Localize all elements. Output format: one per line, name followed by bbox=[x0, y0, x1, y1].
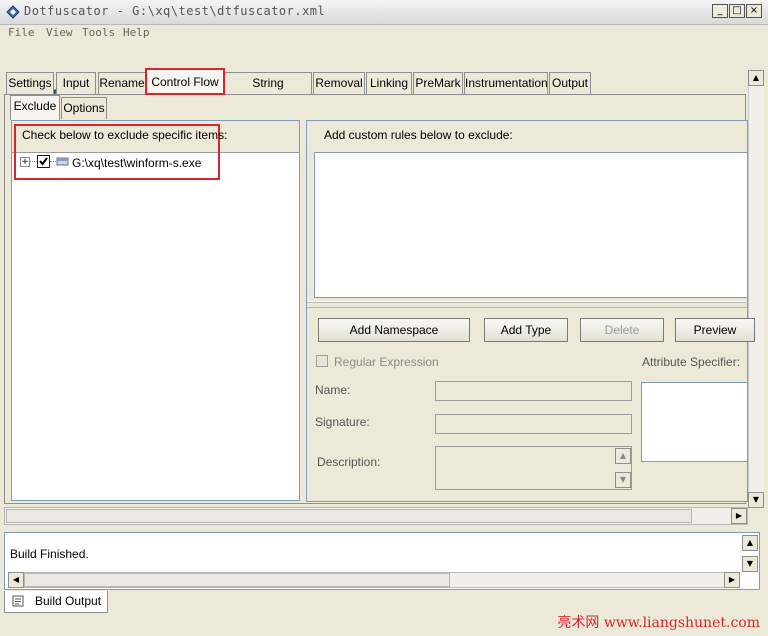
build-output-tab[interactable]: Build Output bbox=[4, 591, 108, 613]
subtab-exclude[interactable]: Exclude bbox=[10, 95, 60, 120]
tree-item-checkbox[interactable] bbox=[37, 155, 50, 168]
output-scroll-left-button[interactable]: ◀ bbox=[8, 572, 24, 588]
scroll-up-button[interactable]: ▲ bbox=[748, 70, 764, 86]
description-scroll-up-button[interactable]: ▲ bbox=[615, 448, 631, 464]
tab-rename[interactable]: Rename bbox=[98, 72, 146, 94]
toolbar: ? bbox=[0, 42, 768, 105]
signature-label: Signature: bbox=[315, 415, 370, 429]
subtab-options[interactable]: Options bbox=[61, 97, 107, 119]
menu-bar: File View Tools Help bbox=[0, 24, 768, 42]
output-scroll-down-button[interactable]: ▼ bbox=[742, 556, 758, 572]
description-label: Description: bbox=[317, 455, 381, 469]
menu-view[interactable]: View bbox=[46, 26, 73, 39]
name-field[interactable] bbox=[435, 381, 632, 401]
window-title: Dotfuscator - G:\xq\test\dtfuscator.xml bbox=[24, 4, 326, 18]
name-label: Name: bbox=[315, 383, 351, 397]
output-scroll-thumb[interactable] bbox=[24, 573, 450, 587]
title-bar: Dotfuscator - G:\xq\test\dtfuscator.xml … bbox=[0, 0, 768, 25]
horizontal-scroll-thumb[interactable] bbox=[6, 509, 692, 523]
assembly-icon bbox=[56, 157, 69, 166]
app-icon bbox=[6, 5, 20, 19]
close-button[interactable]: × bbox=[746, 4, 762, 18]
description-scroll-down-button[interactable]: ▼ bbox=[615, 472, 631, 488]
tab-string-encryption[interactable]: String Encryption bbox=[224, 72, 312, 111]
tree-item-label[interactable]: G:\xq\test\winform-s.exe bbox=[72, 156, 201, 170]
left-pane-header: Check below to exclude specific items: bbox=[22, 128, 228, 142]
output-window-icon bbox=[12, 595, 24, 607]
watermark: 亮术网 www.liangshunet.com bbox=[557, 615, 760, 631]
vertical-scrollbar[interactable] bbox=[748, 86, 764, 492]
output-scroll-right-button[interactable]: ▶ bbox=[724, 572, 740, 588]
maximize-button[interactable]: □ bbox=[729, 4, 745, 18]
menu-help[interactable]: Help bbox=[123, 26, 150, 39]
attribute-specifier-label: Attribute Specifier: bbox=[642, 355, 741, 369]
output-scroll-up-button[interactable]: ▲ bbox=[742, 535, 758, 551]
rules-tree-view[interactable] bbox=[314, 152, 748, 298]
signature-field[interactable] bbox=[435, 414, 632, 434]
menu-file[interactable]: File bbox=[8, 26, 35, 39]
preview-button[interactable]: Preview bbox=[675, 318, 755, 342]
tab-output[interactable]: Output bbox=[549, 72, 591, 94]
build-output-text: Build Finished. bbox=[10, 547, 89, 561]
add-type-button[interactable]: Add Type bbox=[484, 318, 568, 342]
tab-control-flow[interactable]: Control Flow bbox=[145, 68, 225, 95]
build-output-tab-label: Build Output bbox=[35, 594, 102, 608]
delete-button[interactable]: Delete bbox=[580, 318, 664, 342]
minimize-button[interactable]: _ bbox=[712, 4, 728, 18]
checkmark-icon bbox=[39, 157, 48, 166]
attribute-specifier-list[interactable] bbox=[641, 382, 748, 462]
scroll-right-button[interactable]: ▶ bbox=[731, 508, 747, 524]
tree-connector bbox=[30, 161, 37, 162]
scroll-down-button[interactable]: ▼ bbox=[748, 492, 764, 508]
tab-premark[interactable]: PreMark bbox=[413, 72, 463, 94]
regular-expression-label: Regular Expression bbox=[334, 355, 439, 369]
tab-linking[interactable]: Linking bbox=[366, 72, 412, 94]
tab-instrumentation[interactable]: Instrumentation bbox=[464, 72, 548, 94]
tab-settings[interactable]: Settings bbox=[6, 72, 54, 94]
tab-input[interactable]: Input bbox=[56, 72, 96, 94]
right-pane-header: Add custom rules below to exclude: bbox=[324, 128, 513, 142]
tree-expander-icon[interactable]: + bbox=[20, 157, 30, 167]
description-field[interactable] bbox=[435, 446, 632, 490]
add-namespace-button[interactable]: Add Namespace bbox=[318, 318, 470, 342]
menu-tools[interactable]: Tools bbox=[82, 26, 115, 39]
regular-expression-checkbox[interactable] bbox=[316, 355, 328, 367]
tab-removal[interactable]: Removal bbox=[313, 72, 365, 94]
